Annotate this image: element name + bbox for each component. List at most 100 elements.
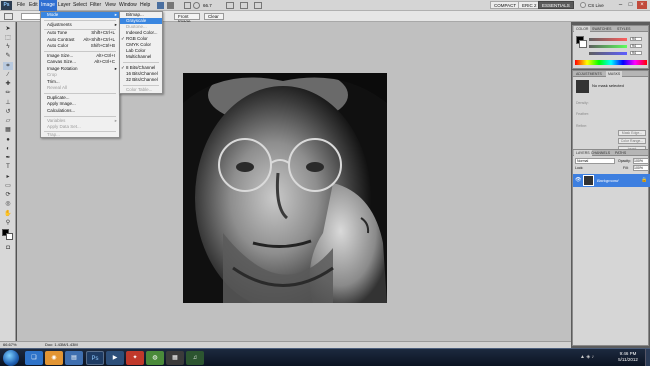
menu-image[interactable]: Image [39,0,57,11]
quick-selection-tool-icon[interactable]: ✎ [3,52,13,60]
background-color-swatch[interactable] [579,40,587,48]
explorer-icon[interactable]: ❑ [25,351,43,365]
chrome-icon[interactable]: ◍ [146,351,164,365]
zoom-level[interactable]: 66.7 [203,2,212,9]
blend-mode-select[interactable]: Normal [575,158,615,164]
tab-paths[interactable]: PATHS [613,150,628,156]
minibridge-icon[interactable] [167,2,174,9]
menu-file[interactable]: File [15,0,27,11]
spotify-icon[interactable]: ♫ [186,351,204,365]
red-slider[interactable]: 94 [589,37,649,41]
blue-slider-track[interactable] [589,52,627,55]
lasso-tool-icon[interactable]: ϟ [3,43,13,51]
menu-view[interactable]: View [103,0,118,11]
pen-tool-icon[interactable]: ✒ [3,154,13,162]
windows-explorer-icon[interactable]: ▤ [65,351,83,365]
healing-brush-tool-icon[interactable]: ✚ [3,80,13,88]
image-menu-calculations[interactable]: Calculations... [41,108,119,114]
eraser-tool-icon[interactable]: ▱ [3,117,13,125]
color-range-button[interactable]: Color Range... [618,138,646,144]
tab-swatches[interactable]: SWATCHES [590,26,613,32]
app-icon[interactable]: ✦ [126,351,144,365]
green-value[interactable]: 94 [630,44,642,48]
show-desktop-button[interactable] [645,349,650,366]
firefox-icon[interactable]: ◉ [45,351,63,365]
green-slider-track[interactable] [589,45,627,48]
color-ramp[interactable] [575,60,647,65]
fill-field[interactable]: 100% [633,165,649,171]
blur-tool-icon[interactable]: ● [3,136,13,144]
shape-tool-icon[interactable]: ▭ [3,182,13,190]
crop-tool-icon[interactable] [4,13,13,20]
zoom-tool-icon[interactable] [193,2,200,9]
gradient-tool-icon[interactable]: ▦ [3,126,13,134]
clear-button[interactable]: Clear [204,13,224,20]
image-menu-auto-color[interactable]: Auto Color Shift+Ctrl+B [41,43,119,49]
mask-edge-button[interactable]: Mask Edge... [618,130,646,136]
menu-edit[interactable]: Edit [27,0,40,11]
dodge-tool-icon[interactable]: ◐ [3,145,13,153]
brush-tool-icon[interactable]: ✏ [3,89,13,97]
hand-tool-icon[interactable] [184,2,191,9]
photoshop-taskbar-icon[interactable]: Ps [86,351,104,365]
path-selection-tool-icon[interactable]: ▸ [3,173,13,181]
workspace-compact-button[interactable]: COMPACT [490,1,521,9]
move-tool-icon[interactable]: ➤ [3,25,13,33]
tab-styles[interactable]: STYLES [615,26,632,32]
menu-filter[interactable]: Filter [88,0,103,11]
hand-tool-icon[interactable]: ✋ [3,210,13,218]
image-menu-mode[interactable]: Mode ▸ [41,12,119,18]
view-extras-icon[interactable] [226,2,234,9]
green-slider[interactable]: 94 [589,44,649,48]
image-menu-apply-image[interactable]: Apply Image... [41,101,119,107]
screen-mode-icon[interactable] [254,2,262,9]
layer-row-background[interactable]: 👁 Background 🔒 [573,174,650,187]
cs-live-label[interactable]: CS Live [588,0,604,11]
menu-window[interactable]: Window [117,0,139,11]
cs-live-icon[interactable] [580,2,586,8]
quick-mask-icon[interactable]: ◘ [3,244,13,252]
type-tool-icon[interactable]: T [3,163,13,171]
tab-color[interactable]: COLOR [574,26,591,32]
layer-name[interactable]: Background [597,178,618,183]
arrange-documents-icon[interactable] [240,2,248,9]
media-player-icon[interactable]: ▶ [106,351,124,365]
tab-adjustments[interactable]: ADJUSTMENTS [574,71,604,77]
3d-orbit-tool-icon[interactable]: ◎ [3,200,13,208]
close-icon[interactable]: × [637,1,647,9]
clone-stamp-tool-icon[interactable]: ⊥ [3,99,13,107]
image-menu-auto-tone[interactable]: Auto Tone Shift+Ctrl+L [41,30,119,36]
blue-value[interactable]: 94 [630,51,642,55]
front-image-button[interactable]: Front Image [174,13,200,24]
opacity-field[interactable]: 100% [633,158,649,164]
tab-masks[interactable]: MASKS [606,71,623,77]
bridge-icon[interactable] [157,2,164,9]
menu-select[interactable]: Select [71,0,89,11]
background-color-swatch[interactable] [6,233,13,240]
calendar-icon[interactable]: ▦ [166,351,184,365]
minimize-icon[interactable]: – [616,1,625,9]
start-button[interactable] [3,350,19,366]
image-menu-adjustments[interactable]: Adjustments ▸ [41,22,119,28]
eyedropper-tool-icon[interactable]: ∕ [3,71,13,79]
workspace-essentials-button[interactable]: ESSENTIALS [538,1,574,9]
image-menu-canvas-size[interactable]: Canvas Size... Alt+Ctrl+C [41,59,119,65]
tab-channels[interactable]: CHANNELS [589,150,612,156]
expand-workspace-icon[interactable]: » [570,1,577,9]
mode-multichannel[interactable]: Multichannel [120,54,162,60]
red-value[interactable]: 94 [630,37,642,41]
3d-rotate-tool-icon[interactable]: ⟳ [3,191,13,199]
menu-help[interactable]: Help [138,0,152,11]
blue-slider[interactable]: 94 [589,51,649,55]
marquee-tool-icon[interactable]: ⬚ [3,34,13,42]
tray-icons[interactable]: ▲ ◈ ♪ [580,354,606,362]
eye-icon[interactable]: 👁 [575,178,581,183]
crop-tool-icon[interactable]: ⌗ [3,62,13,70]
red-slider-track[interactable] [589,38,627,41]
zoom-tool-icon[interactable]: ⚲ [3,219,13,227]
clock[interactable]: 9:46 PM 5/11/2012 [614,351,642,363]
maximize-icon[interactable]: □ [626,1,635,9]
mode-32-bits[interactable]: 32 Bits/Channel [120,77,162,83]
document-image[interactable] [183,73,387,303]
history-brush-tool-icon[interactable]: ↺ [3,108,13,116]
